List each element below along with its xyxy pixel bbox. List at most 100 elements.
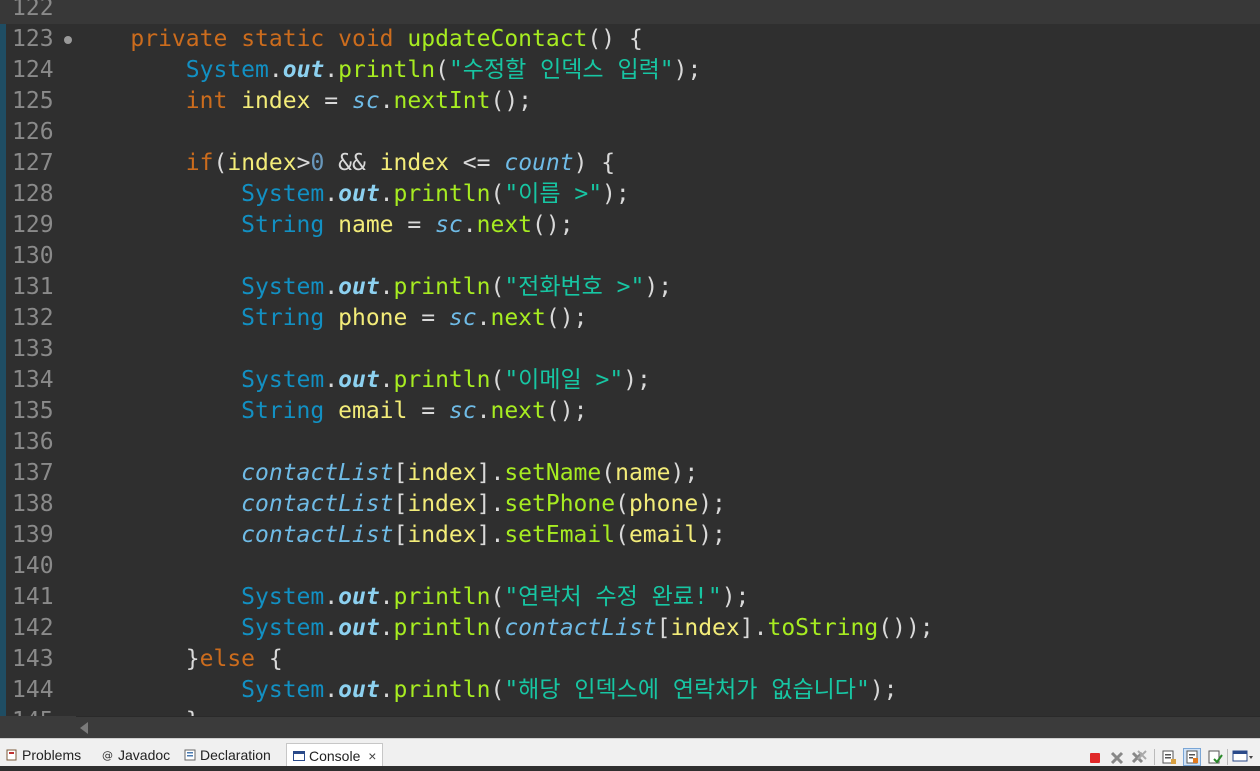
- code-token: phone: [338, 305, 408, 331]
- tab-problems[interactable]: Problems: [6, 747, 81, 766]
- line-number: 129: [12, 212, 54, 238]
- code-line[interactable]: 139 contactList[index].setEmail(email);: [0, 520, 1260, 551]
- remove-launch-icon[interactable]: [1108, 748, 1126, 766]
- code-token: "해당 인덱스에 연락처가 없습니다": [504, 677, 870, 703]
- code-token: (: [490, 274, 505, 300]
- line-number: 137: [12, 460, 54, 486]
- scroll-lock-icon[interactable]: [1160, 748, 1178, 766]
- code-line[interactable]: 126: [0, 117, 1260, 148]
- code-line[interactable]: 131 System.out.println("전화번호 >");: [0, 272, 1260, 303]
- code-line[interactable]: 127 if(index>0 && index <= count) {: [0, 148, 1260, 179]
- code-line[interactable]: 130: [0, 241, 1260, 272]
- code-token: );: [698, 491, 726, 517]
- code-line[interactable]: 133: [0, 334, 1260, 365]
- close-icon[interactable]: ×: [368, 748, 376, 764]
- code-text: System.out.println("수정할 인덱스 입력");: [75, 55, 702, 86]
- code-token: );: [698, 522, 726, 548]
- code-token: sc: [448, 398, 477, 424]
- toolbar-separator: [1227, 749, 1228, 765]
- code-token: "이메일 >": [504, 367, 624, 393]
- line-number: 144: [12, 677, 54, 703]
- code-text: System.out.println(contactList[index].to…: [75, 613, 933, 644]
- code-token: .: [324, 677, 339, 703]
- declaration-icon: [184, 748, 196, 761]
- horizontal-scrollbar[interactable]: [76, 716, 1260, 739]
- code-line[interactable]: 142 System.out.println(contactList[index…: [0, 613, 1260, 644]
- tab-console[interactable]: Console ×: [286, 743, 384, 766]
- code-token: println: [393, 367, 491, 393]
- code-token: else: [199, 646, 256, 672]
- code-line[interactable]: 129 String name = sc.next();: [0, 210, 1260, 241]
- code-line[interactable]: 140: [0, 551, 1260, 582]
- code-token: index: [241, 88, 311, 114]
- code-line[interactable]: 135 String email = sc.next();: [0, 396, 1260, 427]
- code-token: (: [490, 181, 505, 207]
- code-token: "이름 >": [504, 181, 603, 207]
- code-token: println: [393, 584, 491, 610]
- terminate-icon[interactable]: [1086, 748, 1104, 766]
- code-editor[interactable]: 122 123 private static void updateContact…: [0, 0, 1260, 716]
- code-token: String: [241, 398, 325, 424]
- console-icon: [293, 749, 305, 761]
- code-line[interactable]: 124 System.out.println("수정할 인덱스 입력");: [0, 55, 1260, 86]
- code-token: (: [615, 491, 629, 517]
- code-line[interactable]: 145 }: [0, 706, 1260, 716]
- code-token: index: [407, 522, 477, 548]
- code-token: nextInt: [393, 88, 491, 114]
- code-text: System.out.println("이메일 >");: [75, 365, 651, 396]
- scroll-left-arrow-icon[interactable]: [80, 722, 88, 734]
- fold-toggle-icon[interactable]: [64, 36, 72, 44]
- code-token: index: [227, 150, 297, 176]
- line-number: 132: [12, 305, 54, 331]
- word-wrap-icon[interactable]: [1183, 748, 1201, 766]
- remove-all-icon[interactable]: [1130, 748, 1148, 766]
- code-token: name: [338, 212, 394, 238]
- code-line[interactable]: 128 System.out.println("이름 >");: [0, 179, 1260, 210]
- code-line[interactable]: 134 System.out.println("이메일 >");: [0, 365, 1260, 396]
- code-line[interactable]: 144 System.out.println("해당 인덱스에 연락처가 없습니…: [0, 675, 1260, 706]
- tab-javadoc[interactable]: @ Javadoc: [102, 747, 170, 766]
- scrollbar-corner: [0, 716, 76, 738]
- code-token: index: [407, 460, 477, 486]
- code-line[interactable]: 122: [0, 0, 1260, 24]
- code-line[interactable]: 137 contactList[index].setName(name);: [0, 458, 1260, 489]
- code-line[interactable]: 143 }else {: [0, 644, 1260, 675]
- code-token: contactList: [241, 460, 394, 486]
- line-number: 141: [12, 584, 54, 610]
- code-token: (: [601, 460, 616, 486]
- code-token: System: [241, 677, 325, 703]
- code-token: sc: [351, 88, 380, 114]
- tab-declaration[interactable]: Declaration: [184, 747, 271, 766]
- code-token: );: [602, 181, 630, 207]
- code-token: email: [338, 398, 408, 424]
- code-line[interactable]: 132 String phone = sc.next();: [0, 303, 1260, 334]
- code-token: ();: [545, 398, 588, 424]
- code-line[interactable]: 138 contactList[index].setPhone(phone);: [0, 489, 1260, 520]
- code-token: toString: [767, 615, 879, 641]
- code-token: out: [338, 615, 380, 641]
- code-text: contactList[index].setName(name);: [75, 458, 698, 489]
- pin-console-icon[interactable]: [1232, 748, 1256, 766]
- code-token: );: [721, 584, 750, 610]
- code-token: name: [615, 460, 671, 486]
- code-line[interactable]: 141 System.out.println("연락처 수정 완료!");: [0, 582, 1260, 613]
- code-token: );: [644, 274, 673, 300]
- line-number: 139: [12, 522, 54, 548]
- show-on-output-icon[interactable]: [1206, 748, 1224, 766]
- code-token: static: [241, 26, 325, 52]
- code-line[interactable]: 136: [0, 427, 1260, 458]
- code-token: .: [379, 274, 394, 300]
- code-token: ].: [739, 615, 768, 641]
- code-token: out: [338, 367, 380, 393]
- code-line[interactable]: 125 int index = sc.nextInt();: [0, 86, 1260, 117]
- line-number: 123: [12, 26, 54, 52]
- code-line[interactable]: 123 private static void updateContact() …: [0, 24, 1260, 55]
